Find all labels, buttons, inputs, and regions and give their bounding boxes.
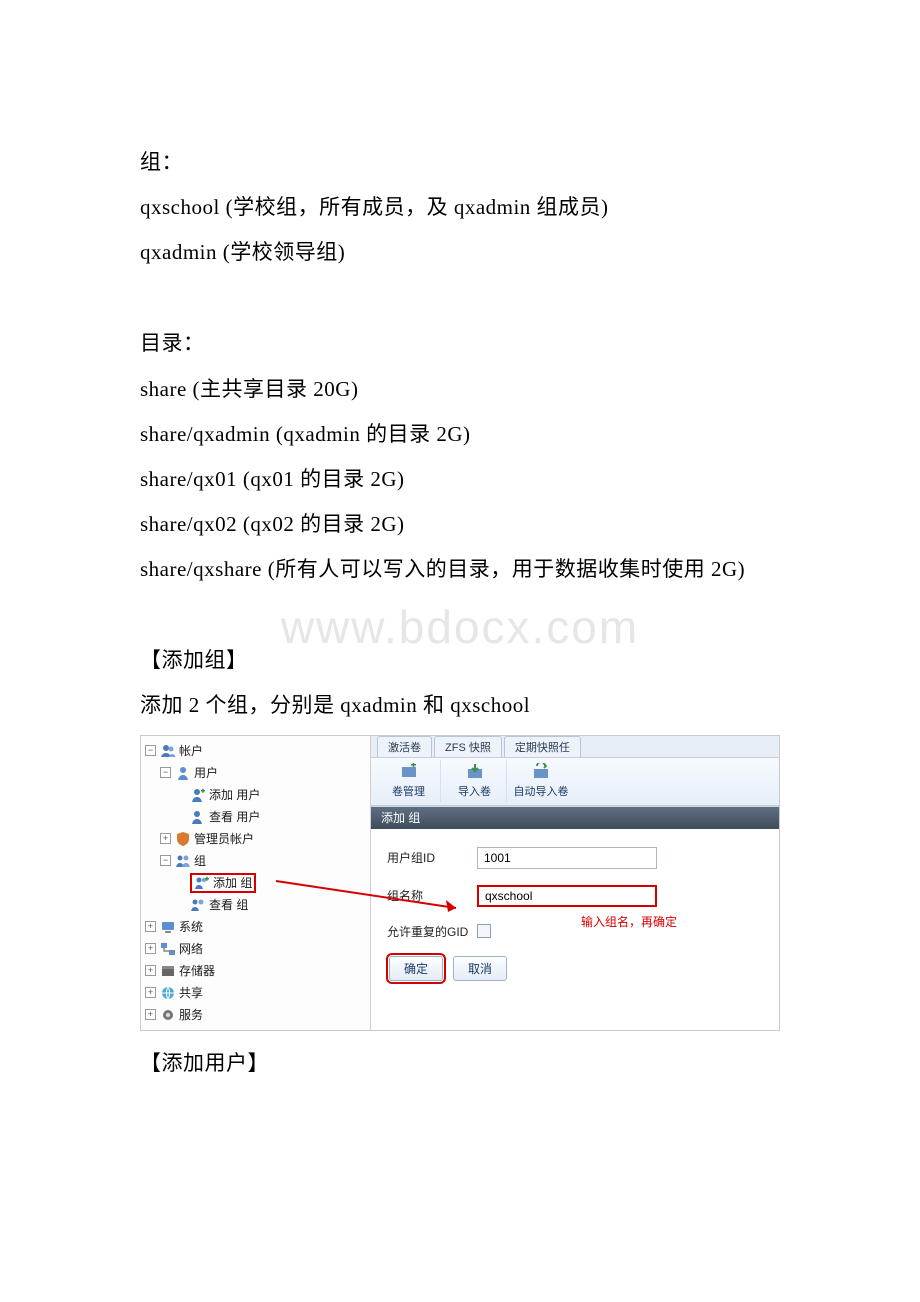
group-icon — [175, 853, 191, 869]
field-allow-dup-gid: 允许重复的GID — [387, 923, 763, 940]
shield-icon — [175, 831, 191, 847]
tree-view-group[interactable]: 查看 组 — [141, 894, 370, 916]
field-group-name: 组名称 — [387, 885, 763, 907]
system-icon — [160, 919, 176, 935]
network-icon — [160, 941, 176, 957]
add-user-icon — [190, 787, 206, 803]
tree-users-label: 用户 — [194, 764, 218, 781]
tab-active-volume[interactable]: 激活卷 — [377, 736, 432, 757]
tree-groups-label: 组 — [194, 852, 206, 869]
tree-sharing-label: 共享 — [179, 984, 203, 1001]
view-group-icon — [190, 897, 206, 913]
expand-icon[interactable]: + — [145, 987, 156, 998]
tree-services-label: 服务 — [179, 1006, 203, 1023]
tree-view-group-label: 查看 组 — [209, 896, 248, 913]
group-line-2: qxadmin (学校领导组) — [140, 230, 780, 275]
tree-add-group[interactable]: 添加 组 — [141, 872, 370, 894]
tab-periodic-snapshot[interactable]: 定期快照任 — [504, 736, 581, 757]
tree-network[interactable]: + 网络 — [141, 938, 370, 960]
tree-accounts-label: 帐户 — [179, 742, 203, 759]
tree-accounts[interactable]: − 帐户 — [141, 740, 370, 762]
toolbar-volume-manage-label: 卷管理 — [392, 783, 425, 799]
users-icon — [160, 743, 176, 759]
view-user-icon — [190, 809, 206, 825]
volume-manage-icon — [400, 763, 418, 781]
tree-admin-label: 管理员帐户 — [194, 830, 254, 847]
toolbar: 卷管理 导入卷 自动导入卷 — [371, 758, 779, 806]
tree-sharing[interactable]: + 共享 — [141, 982, 370, 1004]
annotation-text: 输入组名，再确定 — [581, 913, 677, 930]
dir-line-5: share/qxshare (所有人可以写入的目录，用于数据收集时使用 2G) — [140, 547, 780, 592]
tab-bar: 激活卷 ZFS 快照 定期快照任 — [371, 736, 779, 758]
dir-line-1: share (主共享目录 20G) — [140, 367, 780, 412]
collapse-icon[interactable]: − — [160, 855, 171, 866]
tree-system[interactable]: + 系统 — [141, 916, 370, 938]
gid-label: 用户组ID — [387, 849, 477, 866]
tree-add-user[interactable]: 添加 用户 — [141, 784, 370, 806]
field-gid: 用户组ID — [387, 847, 763, 869]
expand-icon[interactable]: + — [145, 1009, 156, 1020]
auto-import-icon — [532, 763, 550, 781]
import-volume-icon — [466, 763, 484, 781]
tree-admin-accounts[interactable]: + 管理员帐户 — [141, 828, 370, 850]
section-add-group-heading: 【添加组】 — [140, 638, 780, 683]
dup-gid-checkbox[interactable] — [477, 924, 491, 938]
expand-icon[interactable]: + — [145, 943, 156, 954]
gid-input[interactable] — [477, 847, 657, 869]
tab-zfs-snapshot[interactable]: ZFS 快照 — [434, 736, 502, 757]
group-line-1: qxschool (学校组，所有成员，及 qxadmin 组成员) — [140, 185, 780, 230]
storage-icon — [160, 963, 176, 979]
cancel-button[interactable]: 取消 — [453, 956, 507, 981]
tree-storage[interactable]: + 存储器 — [141, 960, 370, 982]
nav-tree: − 帐户 − 用户 — [141, 736, 371, 1030]
tree-add-user-label: 添加 用户 — [209, 786, 260, 803]
group-name-input[interactable] — [477, 885, 657, 907]
tree-services[interactable]: + 服务 — [141, 1004, 370, 1026]
groups-heading: 组： — [140, 140, 780, 185]
add-group-dialog: 添加 组 用户组ID 组名称 允许重复的GID — [371, 806, 779, 1030]
add-group-icon — [194, 875, 210, 891]
ok-button[interactable]: 确定 — [389, 956, 443, 981]
tree-add-group-label: 添加 组 — [213, 874, 252, 891]
toolbar-volume-manage[interactable]: 卷管理 — [377, 760, 441, 802]
toolbar-auto-import[interactable]: 自动导入卷 — [509, 760, 573, 802]
add-group-description: 添加 2 个组，分别是 qxadmin 和 qxschool — [140, 683, 780, 728]
dir-line-3: share/qx01 (qx01 的目录 2G) — [140, 457, 780, 502]
dirs-heading: 目录： — [140, 321, 780, 366]
dialog-title: 添加 组 — [371, 807, 779, 829]
group-name-label: 组名称 — [387, 887, 477, 904]
sharing-icon — [160, 985, 176, 1001]
tree-users[interactable]: − 用户 — [141, 762, 370, 784]
tree-storage-label: 存储器 — [179, 962, 215, 979]
tree-view-user[interactable]: 查看 用户 — [141, 806, 370, 828]
expand-icon[interactable]: + — [160, 833, 171, 844]
tree-groups[interactable]: − 组 — [141, 850, 370, 872]
expand-icon[interactable]: + — [145, 921, 156, 932]
tree-network-label: 网络 — [179, 940, 203, 957]
collapse-icon[interactable]: − — [145, 745, 156, 756]
toolbar-auto-import-label: 自动导入卷 — [514, 783, 569, 799]
expand-icon[interactable]: + — [145, 965, 156, 976]
toolbar-import-volume[interactable]: 导入卷 — [443, 760, 507, 802]
dir-line-2: share/qxadmin (qxadmin 的目录 2G) — [140, 412, 780, 457]
dir-line-4: share/qx02 (qx02 的目录 2G) — [140, 502, 780, 547]
tree-system-label: 系统 — [179, 918, 203, 935]
dup-gid-label: 允许重复的GID — [387, 923, 477, 940]
section-add-user-heading: 【添加用户】 — [140, 1041, 780, 1086]
tree-view-user-label: 查看 用户 — [209, 808, 260, 825]
embedded-screenshot: − 帐户 − 用户 — [140, 735, 780, 1031]
toolbar-import-volume-label: 导入卷 — [458, 783, 491, 799]
user-icon — [175, 765, 191, 781]
gear-icon — [160, 1007, 176, 1023]
collapse-icon[interactable]: − — [160, 767, 171, 778]
